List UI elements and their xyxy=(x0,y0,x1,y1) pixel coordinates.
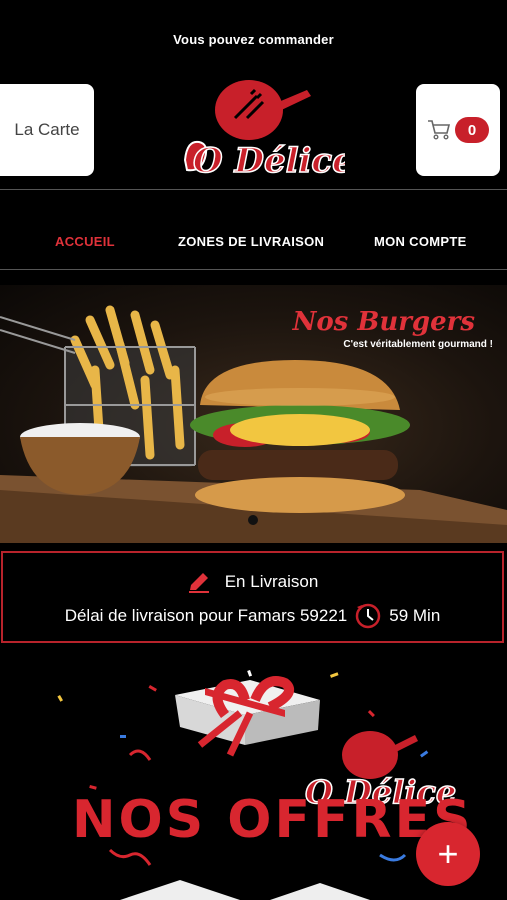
main-nav: ACCUEIL ZONES DE LIVRAISON MON COMPTE xyxy=(0,222,507,260)
clock-icon xyxy=(356,603,381,629)
nav-mon-compte[interactable]: MON COMPTE xyxy=(374,234,467,249)
delivery-mode: En Livraison xyxy=(224,572,319,591)
la-carte-button[interactable]: La Carte xyxy=(0,84,94,176)
logo-text: O Délice xyxy=(193,141,345,181)
promo-banner[interactable]: Nos Burgers C'est véritablement gourmand… xyxy=(0,285,507,543)
cart-count-badge: 0 xyxy=(455,117,489,143)
header-divider xyxy=(0,189,507,190)
offers-title: NOS OFFRES xyxy=(72,790,474,850)
nav-accueil[interactable]: ACCUEIL xyxy=(55,234,115,249)
delivery-info-box[interactable]: En Livraison Délai de livraison pour Fam… xyxy=(1,551,504,643)
delivery-time: 59 Min xyxy=(389,606,441,625)
o-delice-logo[interactable]: O Délice xyxy=(165,78,345,188)
order-status-text: Vous pouvez commander xyxy=(173,32,334,47)
nav-divider xyxy=(0,269,507,270)
pencil-icon xyxy=(188,573,209,593)
cart-icon xyxy=(428,120,451,140)
add-button[interactable]: + xyxy=(416,822,480,886)
nav-zones-de-livraison[interactable]: ZONES DE LIVRAISON xyxy=(178,234,324,249)
banner-title: Nos Burgers xyxy=(292,307,475,337)
header: La Carte O Délice 0 xyxy=(0,78,507,188)
banner-subtitle: C'est véritablement gourmand ! xyxy=(343,339,493,350)
delivery-delay-text: Délai de livraison pour Famars 59221 xyxy=(64,606,348,625)
cart-button[interactable]: 0 xyxy=(416,84,500,176)
